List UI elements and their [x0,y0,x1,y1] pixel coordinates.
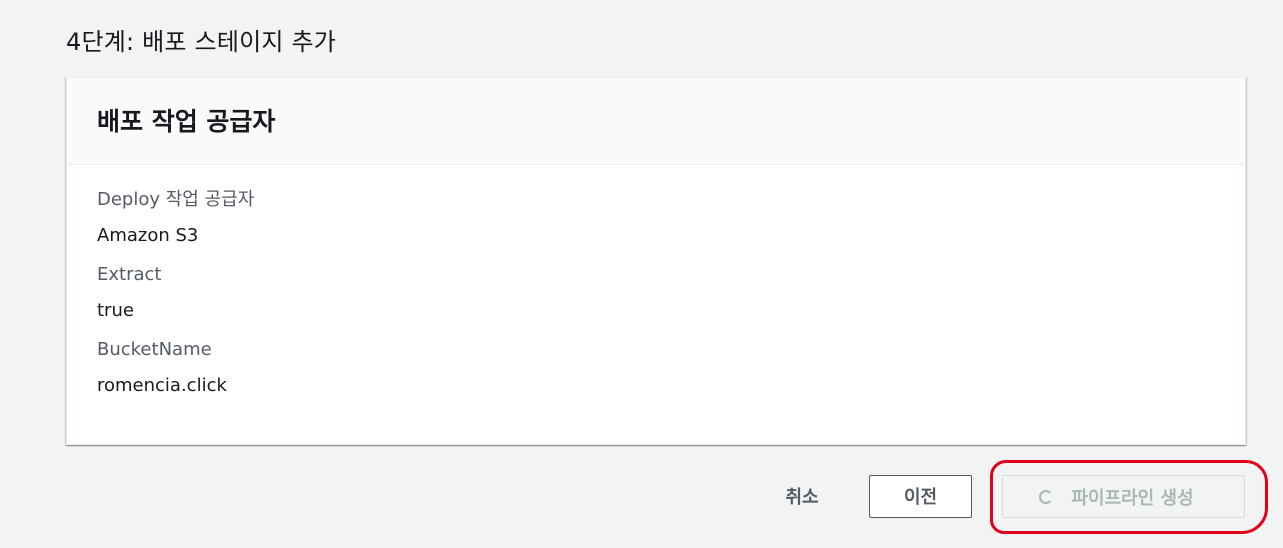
field-label: Deploy 작업 공급자 [97,189,255,210]
page-title: 4단계: 배포 스테이지 추가 [66,28,337,56]
create-pipeline-label: 파이프라인 생성 [1071,487,1194,509]
panel-header: 배포 작업 공급자 [67,78,1245,165]
create-pipeline-button[interactable]: 파이프라인 생성 [1002,475,1245,518]
deploy-provider-panel: 배포 작업 공급자 Deploy 작업 공급자 Amazon S3 Extrac… [66,77,1246,445]
spinner-icon [1039,489,1054,504]
field-deploy-provider: Deploy 작업 공급자 Amazon S3 [97,189,1245,247]
previous-button[interactable]: 이전 [869,475,972,518]
field-value: romencia.click [97,375,227,396]
field-label: BucketName [97,339,212,360]
field-value: true [97,300,134,321]
cancel-button[interactable]: 취소 [770,475,834,517]
panel-body: Deploy 작업 공급자 Amazon S3 Extract true Buc… [67,165,1245,397]
panel-title: 배포 작업 공급자 [97,107,276,136]
action-bar: 취소 이전 파이프라인 생성 [0,475,1283,519]
field-bucket-name: BucketName romencia.click [97,339,1245,397]
field-extract: Extract true [97,264,1245,322]
field-label: Extract [97,264,162,285]
field-value: Amazon S3 [97,225,199,246]
